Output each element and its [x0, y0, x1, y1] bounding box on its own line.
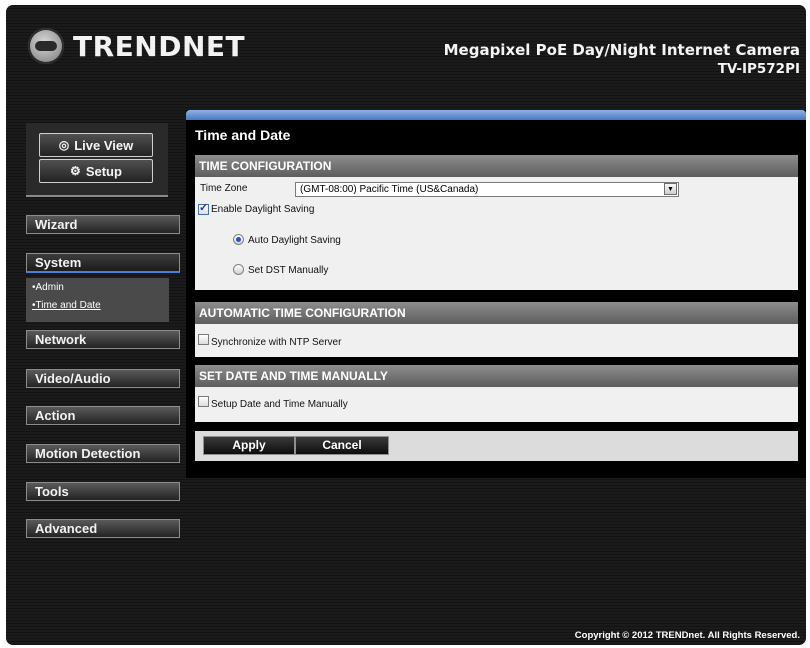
system-submenu: •Admin •Time and Date [26, 278, 169, 322]
manual-date-time-checkbox[interactable] [198, 396, 209, 407]
view-mode-panel: ◎ Live View ⚙ Setup [26, 123, 168, 197]
action-button-bar: Apply Cancel [195, 431, 798, 461]
trendnet-logo-icon [28, 28, 64, 64]
logo-text: TRENDNET [73, 29, 246, 63]
cancel-button[interactable]: Cancel [295, 436, 389, 455]
eye-icon: ◎ [58, 138, 70, 152]
time-zone-value: (GMT-08:00) Pacific Time (US&Canada) [300, 184, 479, 195]
time-configuration-panel: Time Zone (GMT-08:00) Pacific Time (US&C… [195, 177, 798, 290]
submenu-admin[interactable]: •Admin [32, 282, 64, 293]
auto-daylight-saving-label: Auto Daylight Saving [248, 235, 341, 246]
content-top-bar [186, 110, 806, 120]
live-view-label: Live View [74, 137, 134, 153]
page-title: Time and Date [195, 127, 291, 143]
set-date-time-manually-header: SET DATE AND TIME MANUALLY [195, 365, 798, 387]
chevron-down-icon[interactable]: ▼ [664, 183, 677, 195]
nav-action[interactable]: Action [26, 406, 180, 425]
time-zone-label: Time Zone [200, 183, 248, 194]
enable-daylight-saving-label: Enable Daylight Saving [211, 204, 315, 215]
setup-label: Setup [85, 163, 122, 179]
app-frame: TRENDNET Megapixel PoE Day/Night Interne… [6, 5, 806, 645]
nav-network[interactable]: Network [26, 330, 180, 349]
manual-date-time-label: Setup Date and Time Manually [211, 399, 348, 410]
gear-icon: ⚙ [70, 164, 81, 178]
nav-tools[interactable]: Tools [26, 482, 180, 501]
ntp-server-label: Synchronize with NTP Server [211, 337, 342, 348]
nav-system[interactable]: System [26, 253, 180, 273]
auto-daylight-saving-radio[interactable] [233, 234, 244, 245]
nav-advanced[interactable]: Advanced [26, 519, 180, 538]
trendnet-logo: TRENDNET [28, 26, 245, 66]
set-dst-manually-label: Set DST Manually [248, 265, 329, 276]
automatic-time-panel: Synchronize with NTP Server [195, 324, 798, 357]
camera-model: Megapixel PoE Day/Night Internet Camera … [444, 41, 800, 77]
enable-daylight-saving-checkbox[interactable] [198, 201, 209, 215]
set-dst-manually-radio[interactable] [233, 264, 244, 275]
nav-motion-detection[interactable]: Motion Detection [26, 444, 180, 463]
manual-time-panel: Setup Date and Time Manually [195, 387, 798, 422]
copyright-text: Copyright © 2012 TRENDnet. All Rights Re… [574, 630, 800, 641]
setup-button[interactable]: ⚙ Setup [39, 159, 153, 183]
live-view-button[interactable]: ◎ Live View [39, 133, 153, 157]
nav-video-audio[interactable]: Video/Audio [26, 369, 180, 388]
submenu-time-and-date[interactable]: •Time and Date [32, 300, 101, 311]
model-number: TV-IP572PI [717, 61, 800, 77]
automatic-time-configuration-header: AUTOMATIC TIME CONFIGURATION [195, 302, 798, 324]
ntp-server-checkbox[interactable] [198, 334, 209, 345]
time-configuration-header: TIME CONFIGURATION [195, 155, 798, 177]
nav-wizard[interactable]: Wizard [26, 215, 180, 234]
apply-button[interactable]: Apply [203, 436, 295, 455]
time-zone-select[interactable]: (GMT-08:00) Pacific Time (US&Canada) ▼ [295, 182, 679, 197]
model-description: Megapixel PoE Day/Night Internet Camera [443, 41, 800, 59]
main-content: Time and Date TIME CONFIGURATION Time Zo… [186, 110, 806, 478]
